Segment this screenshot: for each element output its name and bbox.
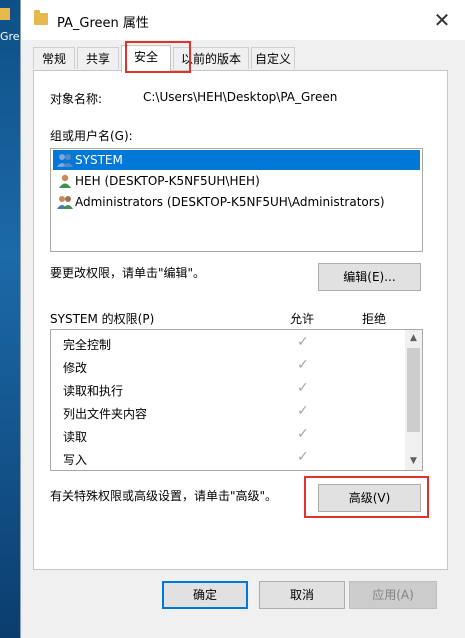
properties-dialog: PA_Green 属性 ✕ 常规 共享 安全 以前的版本 自定义 对象名称: C… <box>20 0 465 638</box>
security-panel: 对象名称: C:\Users\HEH\Desktop\PA_Green 组或用户… <box>33 70 448 570</box>
object-name-label: 对象名称: <box>50 92 103 106</box>
advanced-button[interactable]: 高级(V) <box>318 484 421 512</box>
tab-general[interactable]: 常规 <box>33 47 75 69</box>
apply-button[interactable]: 应用(A) <box>349 581 437 609</box>
allow-check-icon: ✓ <box>297 380 309 396</box>
scroll-up-icon[interactable]: ▲ <box>405 330 422 347</box>
tab-previous-versions[interactable]: 以前的版本 <box>173 47 249 69</box>
desktop-folder-icon[interactable] <box>0 8 10 20</box>
title-bar: PA_Green 属性 ✕ <box>21 0 465 40</box>
allow-check-icon: ✓ <box>297 334 309 350</box>
list-item-label: SYSTEM <box>75 153 123 167</box>
list-item-administrators[interactable]: Administrators (DESKTOP-K5NF5UH\Administ… <box>53 192 420 212</box>
groups-label: 组或用户名(G): <box>50 129 133 143</box>
permission-row: 读取和执行 ✓ <box>51 378 405 401</box>
user-icon <box>59 174 71 188</box>
object-name-value: C:\Users\HEH\Desktop\PA_Green <box>143 90 338 104</box>
groups-listbox[interactable]: SYSTEM HEH (DESKTOP-K5NF5UH\HEH) Adminis… <box>50 148 423 252</box>
allow-column-header: 允许 <box>290 312 315 326</box>
tab-security[interactable]: 安全 <box>121 45 171 72</box>
permission-row: 写入 ✓ <box>51 447 405 470</box>
permissions-scrollbar[interactable]: ▲ ▼ <box>405 330 422 470</box>
permission-row: 完全控制 ✓ <box>51 332 405 355</box>
permission-name: 修改 <box>63 361 88 375</box>
allow-check-icon: ✓ <box>297 449 309 465</box>
permission-name: 读取 <box>63 430 88 444</box>
permission-name: 列出文件夹内容 <box>63 407 148 421</box>
allow-check-icon: ✓ <box>297 357 309 373</box>
allow-check-icon: ✓ <box>297 403 309 419</box>
user-group-icon <box>57 196 73 209</box>
close-icon: ✕ <box>433 8 451 32</box>
advanced-hint-text: 有关特殊权限或高级设置，请单击"高级"。 <box>50 489 278 503</box>
list-item-label: Administrators (DESKTOP-K5NF5UH\Administ… <box>75 195 385 209</box>
tab-customize[interactable]: 自定义 <box>251 47 295 69</box>
list-item-label: HEH (DESKTOP-K5NF5UH\HEH) <box>75 174 260 188</box>
permissions-list: 完全控制 ✓ 修改 ✓ 读取和执行 ✓ 列出文件夹内容 ✓ 读取 ✓ 写入 ✓ <box>50 329 423 471</box>
allow-check-icon: ✓ <box>297 426 309 442</box>
permission-name: 完全控制 <box>63 338 112 352</box>
deny-column-header: 拒绝 <box>362 312 387 326</box>
close-button[interactable]: ✕ <box>419 0 465 40</box>
ok-button[interactable]: 确定 <box>162 581 248 609</box>
cancel-button[interactable]: 取消 <box>259 581 345 609</box>
permission-name: 写入 <box>63 453 88 467</box>
edit-hint-text: 要更改权限，请单击"编辑"。 <box>50 266 206 280</box>
permission-row: 修改 ✓ <box>51 355 405 378</box>
tab-sharing[interactable]: 共享 <box>77 47 119 69</box>
permission-row: 列出文件夹内容 ✓ <box>51 401 405 424</box>
desktop-background: Gree <box>0 0 26 638</box>
scroll-down-icon[interactable]: ▼ <box>405 453 422 470</box>
permissions-title: SYSTEM 的权限(P) <box>50 312 155 326</box>
list-item-system[interactable]: SYSTEM <box>53 150 420 170</box>
edit-button[interactable]: 编辑(E)... <box>318 263 421 291</box>
permission-row: 读取 ✓ <box>51 424 405 447</box>
list-item-heh[interactable]: HEH (DESKTOP-K5NF5UH\HEH) <box>53 171 420 191</box>
permission-name: 读取和执行 <box>63 384 124 398</box>
window-title: PA_Green 属性 <box>57 16 149 31</box>
folder-icon <box>34 10 48 25</box>
scroll-thumb[interactable] <box>407 348 420 432</box>
user-group-icon <box>57 154 73 167</box>
